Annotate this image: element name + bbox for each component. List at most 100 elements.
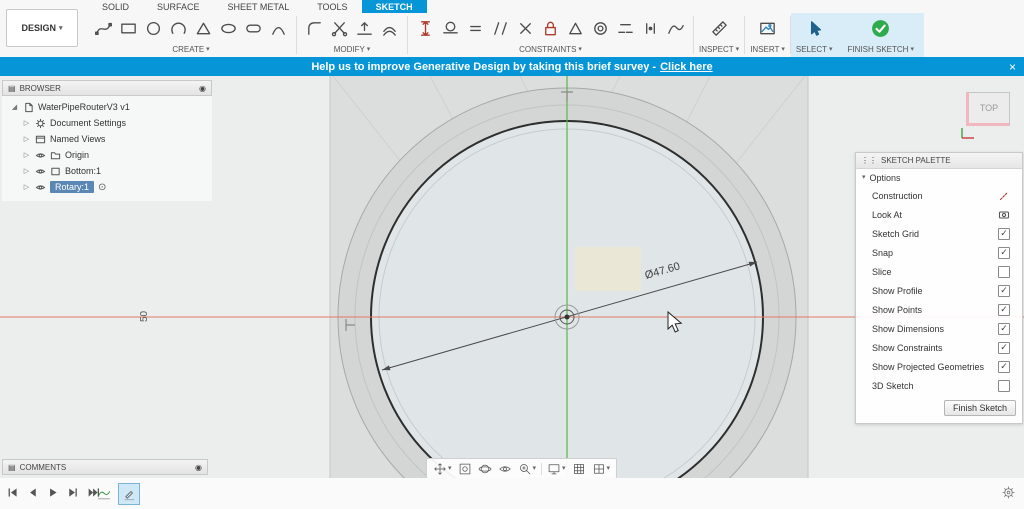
free-orbit-icon[interactable] xyxy=(475,462,495,476)
conic-curve-icon[interactable] xyxy=(266,15,291,42)
design-canvas[interactable]: Ø47.60 50 TOP ▤ BROWSER ◉ xyxy=(0,76,1024,478)
browser-item-label[interactable]: Bottom:1 xyxy=(65,166,101,176)
disclosure-icon[interactable]: ▷ xyxy=(22,151,31,159)
trim-icon[interactable] xyxy=(327,15,352,42)
timeline-sketch-feature-icon[interactable] xyxy=(94,484,114,504)
offset-icon[interactable] xyxy=(377,15,402,42)
insert-image-icon[interactable] xyxy=(755,15,780,42)
browser-item-label[interactable]: WaterPipeRouterV3 v1 xyxy=(38,102,130,112)
radial-menu-icon[interactable]: ⊙ xyxy=(98,182,106,193)
finish-sketch-palette-button[interactable]: Finish Sketch xyxy=(944,400,1016,416)
snap-checkbox[interactable] xyxy=(998,247,1010,259)
disclosure-icon[interactable]: ▷ xyxy=(22,119,31,127)
measure-icon[interactable] xyxy=(707,15,732,42)
ellipse-icon[interactable] xyxy=(216,15,241,42)
parallel-constraint-icon[interactable] xyxy=(488,15,513,42)
tab-solid[interactable]: SOLID xyxy=(88,0,143,13)
go-to-start-icon[interactable] xyxy=(6,486,19,499)
display-settings-icon[interactable]: ▾ xyxy=(544,462,569,476)
slot-icon[interactable] xyxy=(241,15,266,42)
disclosure-icon[interactable]: ▷ xyxy=(22,183,31,191)
browser-item-named-views[interactable]: ▷ Named Views xyxy=(2,131,212,147)
play-icon[interactable] xyxy=(46,486,59,499)
select-cursor-icon[interactable] xyxy=(802,15,827,42)
rectangle-icon[interactable] xyxy=(116,15,141,42)
disclosure-icon[interactable]: ▷ xyxy=(22,135,31,143)
lock-constraint-icon[interactable] xyxy=(538,15,563,42)
show-points-checkbox[interactable] xyxy=(998,304,1010,316)
design-menu-button[interactable]: DESIGN ▾ xyxy=(6,9,78,47)
sketch-grid-checkbox[interactable] xyxy=(998,228,1010,240)
step-back-icon[interactable] xyxy=(26,486,39,499)
symmetry-constraint-icon[interactable] xyxy=(563,15,588,42)
concentric-constraint-icon[interactable] xyxy=(588,15,613,42)
circle-icon[interactable] xyxy=(141,15,166,42)
constraints-menu[interactable]: CONSTRAINTS ▾ xyxy=(519,43,582,55)
tab-sketch[interactable]: SKETCH xyxy=(362,0,427,13)
disclosure-expanded-icon[interactable]: ◢ xyxy=(10,103,19,111)
insert-menu[interactable]: INSERT ▾ xyxy=(750,43,785,55)
browser-item-label[interactable]: Origin xyxy=(65,150,89,160)
3d-sketch-checkbox[interactable] xyxy=(998,380,1010,392)
browser-item-label-selected[interactable]: Rotary:1 xyxy=(50,181,94,193)
inspect-menu[interactable]: INSPECT ▾ xyxy=(699,43,739,55)
spline-icon[interactable] xyxy=(91,15,116,42)
browser-item-label[interactable]: Named Views xyxy=(50,134,105,144)
look-at-view-icon[interactable] xyxy=(495,462,515,476)
browser-item-rotary[interactable]: ▷ Rotary:1 ⊙ xyxy=(2,179,212,195)
create-menu[interactable]: CREATE ▾ xyxy=(172,43,209,55)
panel-options-icon[interactable]: ◉ xyxy=(199,84,206,93)
show-projected-checkbox[interactable] xyxy=(998,361,1010,373)
curvature-constraint-icon[interactable] xyxy=(663,15,688,42)
show-dimensions-checkbox[interactable] xyxy=(998,323,1010,335)
browser-item-document-settings[interactable]: ▷ Document Settings xyxy=(2,115,212,131)
grid-settings-icon[interactable] xyxy=(569,462,589,476)
step-forward-icon[interactable] xyxy=(66,486,79,499)
viewports-icon[interactable]: ▾ xyxy=(589,462,614,476)
browser-item-root[interactable]: ◢ WaterPipeRouterV3 v1 xyxy=(2,99,212,115)
look-at-icon[interactable] xyxy=(998,209,1010,221)
fit-icon[interactable] xyxy=(455,462,475,476)
polygon-icon[interactable] xyxy=(191,15,216,42)
coincident-constraint-icon[interactable] xyxy=(513,15,538,42)
zoom-icon[interactable]: ▾ xyxy=(515,462,540,476)
comments-panel-header[interactable]: ▤ COMMENTS ◉ xyxy=(2,459,208,475)
browser-item-label[interactable]: Document Settings xyxy=(50,118,126,128)
extend-icon[interactable] xyxy=(352,15,377,42)
panel-options-icon[interactable]: ◉ xyxy=(195,463,202,472)
midpoint-constraint-icon[interactable] xyxy=(638,15,663,42)
survey-link[interactable]: Click here xyxy=(660,61,713,73)
sketch-palette-header[interactable]: ⋮⋮ SKETCH PALETTE xyxy=(856,153,1022,169)
disclosure-icon[interactable]: ▷ xyxy=(22,167,31,175)
collinear-constraint-icon[interactable] xyxy=(613,15,638,42)
tab-surface[interactable]: SURFACE xyxy=(143,0,214,13)
equal-constraint-icon[interactable] xyxy=(463,15,488,42)
timeline-active-sketch-icon[interactable] xyxy=(118,483,140,505)
arc-icon[interactable] xyxy=(166,15,191,42)
eye-icon[interactable] xyxy=(35,182,46,193)
finish-sketch-button[interactable]: FINISH SKETCH ▾ xyxy=(848,43,914,55)
viewcube[interactable]: TOP xyxy=(966,92,1010,126)
show-constraints-checkbox[interactable] xyxy=(998,342,1010,354)
eye-icon[interactable] xyxy=(35,150,46,161)
slice-checkbox[interactable] xyxy=(998,266,1010,278)
show-profile-checkbox[interactable] xyxy=(998,285,1010,297)
browser-panel-header[interactable]: ▤ BROWSER ◉ xyxy=(2,80,212,96)
browser-item-origin[interactable]: ▷ Origin xyxy=(2,147,212,163)
linear-dimension-value[interactable]: 50 xyxy=(139,310,150,322)
pan-icon[interactable]: ▾ xyxy=(430,462,455,476)
timeline-settings-gear-icon[interactable] xyxy=(1001,485,1016,505)
viewcube-face-label[interactable]: TOP xyxy=(980,103,998,113)
sketch-dimension-icon[interactable] xyxy=(413,15,438,42)
eye-icon[interactable] xyxy=(35,166,46,177)
tangent-constraint-icon[interactable] xyxy=(438,15,463,42)
fillet-icon[interactable] xyxy=(302,15,327,42)
browser-item-bottom[interactable]: ▷ Bottom:1 xyxy=(2,163,212,179)
tab-tools[interactable]: TOOLS xyxy=(303,0,361,13)
close-icon[interactable]: × xyxy=(1009,57,1016,76)
modify-menu[interactable]: MODIFY ▾ xyxy=(334,43,371,55)
select-menu[interactable]: SELECT ▾ xyxy=(796,43,833,55)
finish-sketch-check-icon[interactable] xyxy=(868,15,893,42)
tab-sheet-metal[interactable]: SHEET METAL xyxy=(214,0,304,13)
construction-icon[interactable] xyxy=(998,190,1010,202)
